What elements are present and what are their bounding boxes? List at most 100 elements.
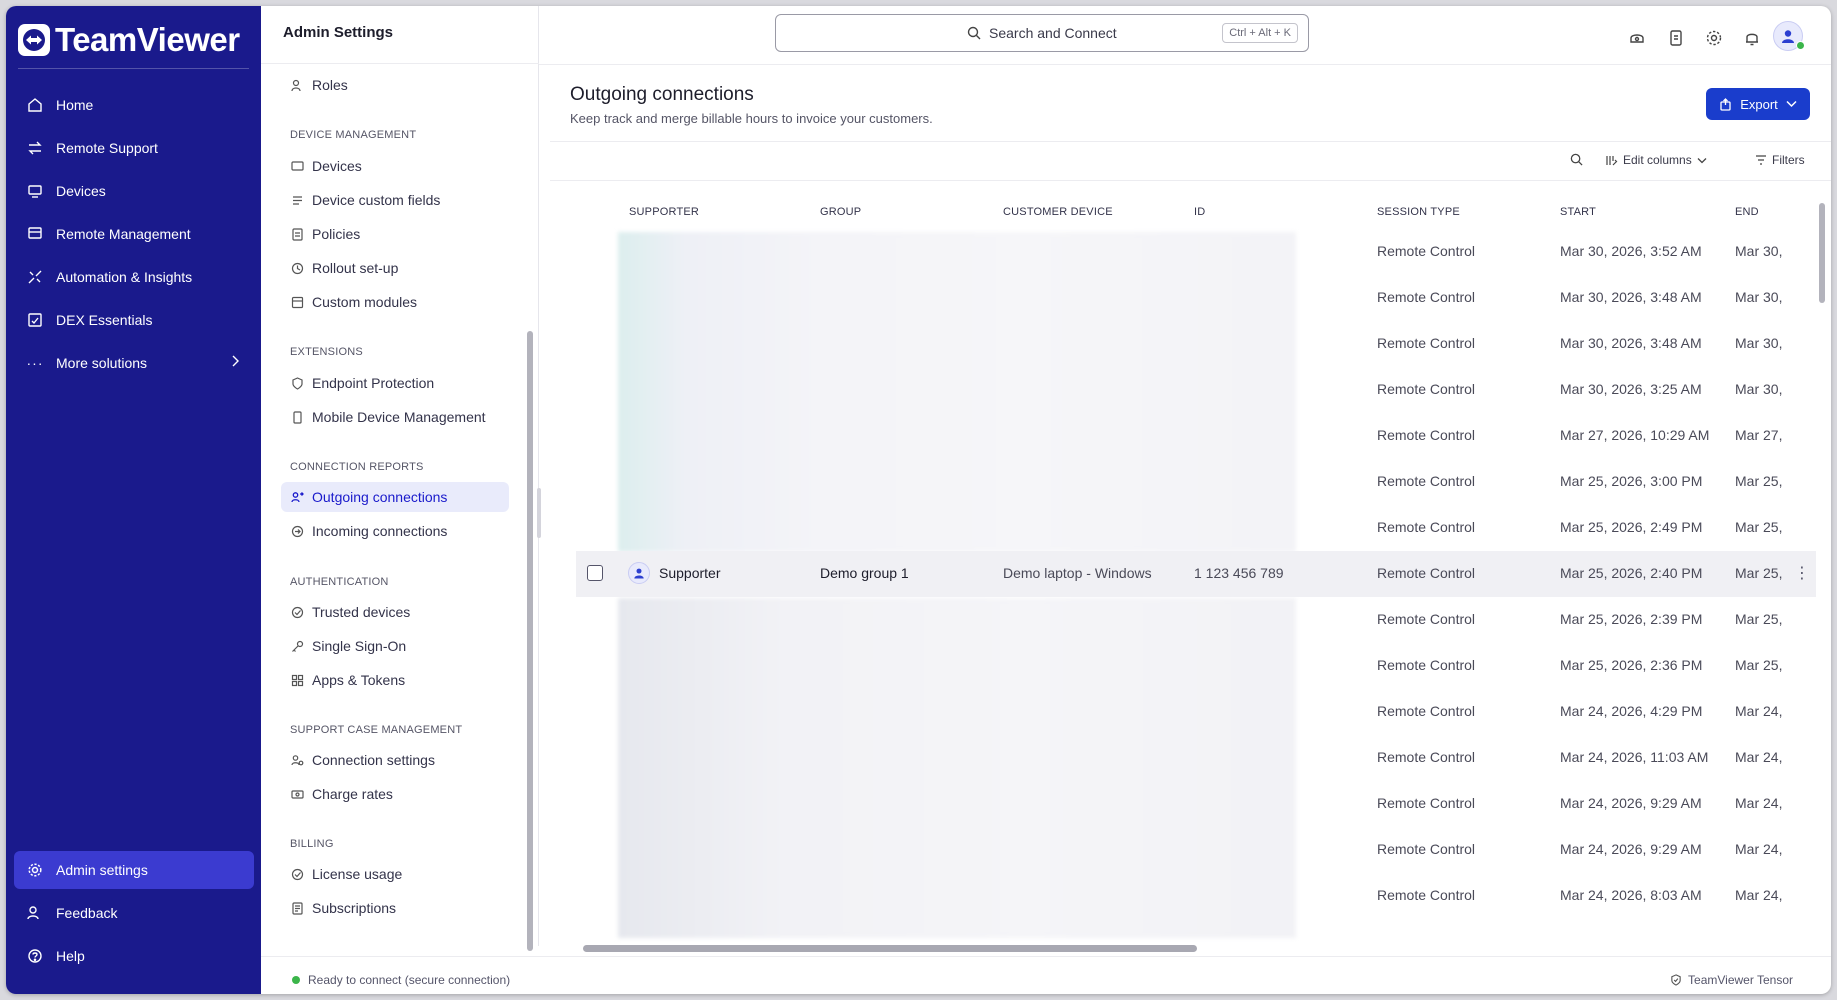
page-subtitle: Keep track and merge billable hours to i… [570, 111, 933, 126]
table-row[interactable]: Remote Control Mar 24, 2026, 9:29 AM Mar… [576, 781, 1816, 827]
session-type-cell: Remote Control [1377, 381, 1476, 397]
end-cell: Mar 30, [1735, 335, 1783, 351]
nav-item-remote-support[interactable]: Remote Support [14, 129, 254, 167]
settings-item-roles[interactable]: Roles [281, 70, 509, 100]
id-cell: 1 123 456 789 [1194, 565, 1284, 581]
table-horizontal-scrollbar[interactable] [583, 945, 1197, 952]
session-type-cell: Remote Control [1377, 611, 1476, 627]
export-button[interactable]: Export [1706, 88, 1810, 120]
end-cell: Mar 27, [1735, 427, 1783, 443]
table-row-highlighted[interactable]: Supporter Demo group 1 Demo laptop - Win… [576, 551, 1816, 597]
settings-gear-icon[interactable] [1703, 27, 1725, 49]
search-placeholder: Search and Connect [967, 25, 1117, 41]
settings-item-custom-modules[interactable]: Custom modules [281, 287, 509, 317]
settings-item-incoming-connections[interactable]: Incoming connections [281, 516, 509, 546]
settings-item-mobile-device-management[interactable]: Mobile Device Management [281, 402, 509, 432]
settings-item-policies[interactable]: Policies [281, 219, 509, 249]
table-row[interactable]: Remote Control Mar 25, 2026, 2:39 PM Mar… [576, 597, 1816, 643]
filters-label: Filters [1772, 153, 1805, 167]
table-row[interactable]: Remote Control Mar 25, 2026, 3:00 PM Mar… [576, 459, 1816, 505]
nav-item-remote-management[interactable]: Remote Management [14, 215, 254, 253]
search-and-connect-input[interactable]: Search and Connect Ctrl + Alt + K [775, 14, 1309, 52]
header-divider [539, 64, 1831, 65]
chart-check-icon [26, 311, 44, 329]
filters-button[interactable]: Filters [1755, 153, 1805, 167]
nav-item-dex-essentials[interactable]: DEX Essentials [14, 301, 254, 339]
column-header-customer-device[interactable]: CUSTOMER DEVICE [1003, 206, 1113, 218]
settings-item-label: Policies [312, 226, 361, 242]
column-header-id[interactable]: ID [1194, 206, 1205, 218]
nav-item-automation-insights[interactable]: Automation & Insights [14, 258, 254, 296]
supporter-cell: Supporter [659, 565, 721, 581]
table-row[interactable]: Remote Control Mar 24, 2026, 11:03 AM Ma… [576, 735, 1816, 781]
table-row[interactable]: Remote Control Mar 24, 2026, 4:29 PM Mar… [576, 689, 1816, 735]
end-cell: Mar 25, [1735, 473, 1783, 489]
table-row[interactable]: Remote Control Mar 25, 2026, 2:49 PM Mar… [576, 505, 1816, 551]
footer-divider [261, 956, 1831, 957]
settings-scrollbar[interactable] [527, 331, 533, 951]
table-search-icon[interactable] [1570, 153, 1583, 166]
table-vertical-scrollbar[interactable] [1819, 203, 1825, 303]
remote-support-icon[interactable] [1626, 27, 1648, 49]
settings-item-endpoint-protection[interactable]: Endpoint Protection [281, 368, 509, 398]
table-row[interactable]: Remote Control Mar 30, 2026, 3:52 AM Mar… [576, 229, 1816, 275]
settings-item-trusted-devices[interactable]: Trusted devices [281, 597, 509, 627]
nav-item-help[interactable]: Help [14, 937, 254, 975]
column-header-supporter[interactable]: SUPPORTER [629, 206, 699, 218]
policy-icon [290, 227, 304, 241]
table-row[interactable]: Remote Control Mar 30, 2026, 3:25 AM Mar… [576, 367, 1816, 413]
status-text: Ready to connect (secure connection) [308, 973, 511, 987]
help-icon [26, 947, 44, 965]
settings-item-charge-rates[interactable]: Charge rates [281, 779, 509, 809]
row-actions-kebab-icon[interactable]: ⋮ [1794, 563, 1810, 583]
table-row[interactable]: Remote Control Mar 30, 2026, 3:48 AM Mar… [576, 321, 1816, 367]
search-label: Search and Connect [989, 25, 1117, 41]
end-cell: Mar 25, [1735, 519, 1783, 535]
subscriptions-icon [290, 901, 304, 915]
settings-item-rollout-setup[interactable]: Rollout set-up [281, 253, 509, 283]
status-dot-icon [292, 976, 300, 984]
start-cell: Mar 25, 2026, 2:40 PM [1560, 565, 1703, 581]
settings-item-single-sign-on[interactable]: Single Sign-On [281, 631, 509, 661]
start-cell: Mar 24, 2026, 9:29 AM [1560, 795, 1702, 811]
column-header-end[interactable]: END [1735, 206, 1759, 218]
settings-item-connection-settings[interactable]: Connection settings [281, 745, 509, 775]
nav-item-feedback[interactable]: Feedback [14, 894, 254, 932]
column-header-start[interactable]: START [1560, 206, 1596, 218]
teamviewer-logo[interactable]: TeamViewer [18, 20, 240, 60]
session-type-cell: Remote Control [1377, 335, 1476, 351]
device-icon[interactable] [1665, 27, 1687, 49]
column-header-session-type[interactable]: SESSION TYPE [1377, 206, 1460, 218]
table-row[interactable]: Remote Control Mar 25, 2026, 2:36 PM Mar… [576, 643, 1816, 689]
settings-item-outgoing-connections[interactable]: Outgoing connections [281, 482, 509, 512]
session-type-cell: Remote Control [1377, 887, 1476, 903]
section-authentication: AUTHENTICATION [290, 576, 389, 588]
table-row[interactable]: Remote Control Mar 27, 2026, 10:29 AM Ma… [576, 413, 1816, 459]
settings-item-label: Roles [312, 77, 348, 93]
edit-columns-button[interactable]: Edit columns [1605, 153, 1707, 167]
panel-resize-handle[interactable] [537, 488, 541, 538]
settings-item-devices[interactable]: Devices [281, 151, 509, 181]
settings-item-license-usage[interactable]: License usage [281, 859, 509, 889]
settings-item-device-custom-fields[interactable]: Device custom fields [281, 185, 509, 215]
session-type-cell: Remote Control [1377, 657, 1476, 673]
session-type-cell: Remote Control [1377, 749, 1476, 765]
settings-item-subscriptions[interactable]: Subscriptions [281, 893, 509, 923]
nav-item-devices[interactable]: Devices [14, 172, 254, 210]
start-cell: Mar 30, 2026, 3:48 AM [1560, 289, 1702, 305]
roles-icon [290, 78, 304, 92]
settings-item-apps-tokens[interactable]: Apps & Tokens [281, 665, 509, 695]
feedback-icon [26, 904, 44, 922]
nav-item-admin-settings[interactable]: Admin settings [14, 851, 254, 889]
arrows-exchange-icon [26, 139, 44, 157]
section-billing: BILLING [290, 838, 334, 850]
nav-item-more-solutions[interactable]: ··· More solutions [14, 344, 254, 382]
table-row[interactable]: Remote Control Mar 30, 2026, 3:48 AM Mar… [576, 275, 1816, 321]
row-checkbox[interactable] [587, 565, 603, 581]
start-cell: Mar 30, 2026, 3:48 AM [1560, 335, 1702, 351]
nav-item-home[interactable]: Home [14, 86, 254, 124]
notifications-bell-icon[interactable] [1741, 27, 1763, 49]
column-header-group[interactable]: GROUP [820, 206, 861, 218]
table-row[interactable]: Remote Control Mar 24, 2026, 8:03 AM Mar… [576, 873, 1816, 919]
table-row[interactable]: Remote Control Mar 24, 2026, 9:29 AM Mar… [576, 827, 1816, 873]
